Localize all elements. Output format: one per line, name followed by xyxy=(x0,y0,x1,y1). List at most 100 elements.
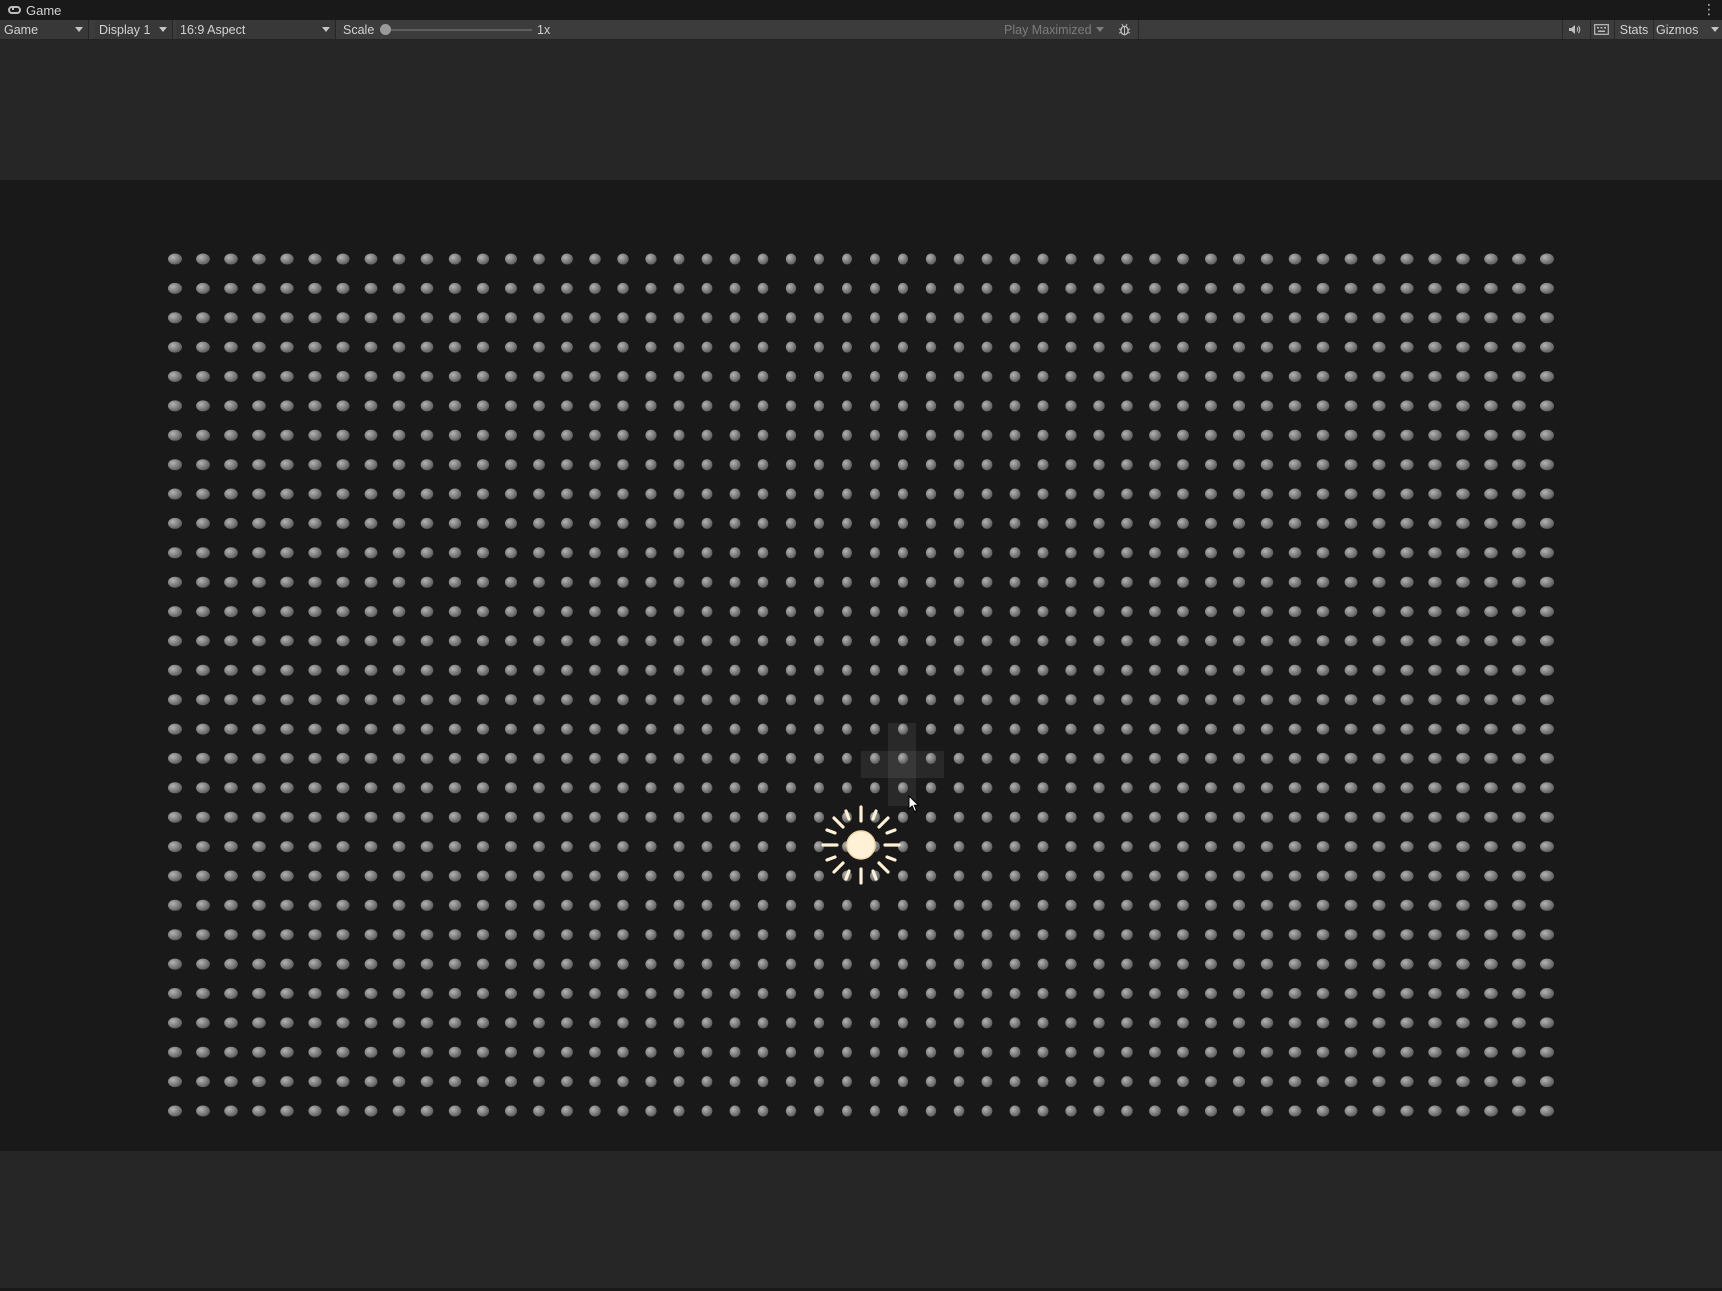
sphere-dot xyxy=(476,723,490,735)
sphere-dot xyxy=(813,547,825,559)
sphere-dot xyxy=(448,1076,462,1088)
sphere-dot xyxy=(785,635,797,647)
sphere-dot xyxy=(589,958,601,970)
sphere-dot xyxy=(448,341,462,353)
sphere-dot xyxy=(1149,841,1161,853)
stats-button[interactable]: Stats xyxy=(1617,20,1651,39)
bug-icon[interactable] xyxy=(1118,23,1131,36)
sphere-dot xyxy=(280,958,294,970)
sphere-dot xyxy=(252,958,266,970)
scale-slider-thumb[interactable] xyxy=(380,24,391,35)
sphere-dot xyxy=(1149,1105,1161,1117)
sphere-dot xyxy=(1121,870,1133,882)
scale-slider-track[interactable] xyxy=(385,29,532,31)
sphere-dot xyxy=(1009,429,1021,441)
sphere-dot xyxy=(224,1046,238,1058)
keyboard-icon[interactable] xyxy=(1594,24,1609,35)
sphere-dot xyxy=(1009,958,1021,970)
sphere-dot xyxy=(981,752,993,764)
sphere-dot xyxy=(813,664,825,676)
sphere-dot xyxy=(1093,371,1105,382)
sphere-dot xyxy=(617,841,629,853)
sphere-dot xyxy=(1232,1076,1246,1088)
play-mode-dropdown[interactable]: Play Maximized xyxy=(1004,20,1109,39)
sphere-dot xyxy=(617,400,629,412)
sphere-dot xyxy=(1037,958,1049,970)
sphere-dot xyxy=(673,459,685,471)
sphere-dot xyxy=(1149,1076,1161,1088)
sphere-dot xyxy=(1456,282,1470,294)
sphere-dot xyxy=(392,459,406,471)
sphere-dot xyxy=(1149,811,1161,823)
sphere-dot xyxy=(729,312,741,324)
sphere-dot xyxy=(336,782,350,794)
sphere-dot xyxy=(673,341,685,353)
sphere-dot xyxy=(1065,488,1077,500)
tab-game[interactable]: Game xyxy=(0,0,69,20)
sphere-dot xyxy=(785,1017,797,1029)
sphere-dot xyxy=(953,988,965,999)
sphere-dot xyxy=(1400,1017,1414,1029)
sphere-dot xyxy=(897,1105,909,1117)
sphere-dot xyxy=(1288,988,1302,999)
sphere-dot xyxy=(897,341,909,353)
sphere-dot xyxy=(1065,988,1077,999)
sphere-dot xyxy=(813,606,825,618)
sphere-dot xyxy=(1484,841,1498,853)
game-viewport[interactable] xyxy=(0,180,1722,1151)
sphere-dot xyxy=(785,282,797,294)
sphere-dot xyxy=(1177,635,1189,647)
sphere-dot xyxy=(168,958,182,970)
game-view[interactable] xyxy=(0,40,1722,1291)
sphere-dot xyxy=(168,782,182,794)
sphere-dot xyxy=(505,752,517,764)
vertical-ellipsis-icon[interactable]: ⋮ xyxy=(1702,0,1716,20)
display-dropdown[interactable]: Display 1 xyxy=(95,20,173,39)
sphere-dot xyxy=(1288,1046,1302,1058)
sphere-dot xyxy=(533,576,545,588)
sphere-dot xyxy=(505,870,517,882)
sphere-dot xyxy=(785,488,797,500)
sphere-dot xyxy=(870,371,880,382)
sphere-dot xyxy=(1288,811,1302,823)
sphere-dot xyxy=(533,1017,545,1029)
sphere-dot xyxy=(757,635,769,647)
aspect-dropdown-label: 16:9 Aspect xyxy=(180,22,246,37)
sphere-dot xyxy=(617,547,629,559)
sphere-dot xyxy=(645,870,657,882)
sphere-dot xyxy=(476,752,490,764)
sphere-dot xyxy=(1540,664,1554,676)
letterbox-bottom xyxy=(0,1151,1722,1288)
sphere-dot xyxy=(981,488,993,500)
sphere-dot xyxy=(392,929,406,941)
sphere-dot xyxy=(168,282,182,294)
sphere-dot xyxy=(1316,606,1330,618)
sphere-dot xyxy=(1205,400,1217,412)
sphere-dot xyxy=(1093,664,1105,676)
sphere-dot xyxy=(1344,1017,1358,1029)
sphere-dot xyxy=(645,488,657,500)
sphere-dot xyxy=(308,341,322,353)
sphere-dot xyxy=(336,488,350,500)
sphere-dot xyxy=(1400,576,1414,588)
sphere-dot xyxy=(252,488,266,500)
sphere-dot xyxy=(645,694,657,706)
view-dropdown[interactable]: Game xyxy=(0,20,89,39)
speaker-icon[interactable] xyxy=(1568,24,1581,35)
sphere-dot xyxy=(1372,517,1386,529)
sphere-dot xyxy=(224,312,238,324)
sphere-dot xyxy=(1484,752,1498,764)
sphere-dot xyxy=(308,576,322,588)
sphere-dot xyxy=(925,752,937,764)
sphere-dot xyxy=(1344,841,1358,853)
aspect-dropdown[interactable]: 16:9 Aspect xyxy=(176,20,336,39)
sphere-dot xyxy=(280,253,294,265)
sphere-dot xyxy=(392,253,406,265)
sphere-dot xyxy=(1540,988,1554,999)
sphere-dot xyxy=(505,576,517,588)
sphere-dot xyxy=(1400,282,1414,294)
gizmos-dropdown[interactable]: Gizmos xyxy=(1655,20,1722,39)
sphere-dot xyxy=(1093,547,1105,559)
sphere-dot xyxy=(224,635,238,647)
sphere-dot xyxy=(448,723,462,735)
